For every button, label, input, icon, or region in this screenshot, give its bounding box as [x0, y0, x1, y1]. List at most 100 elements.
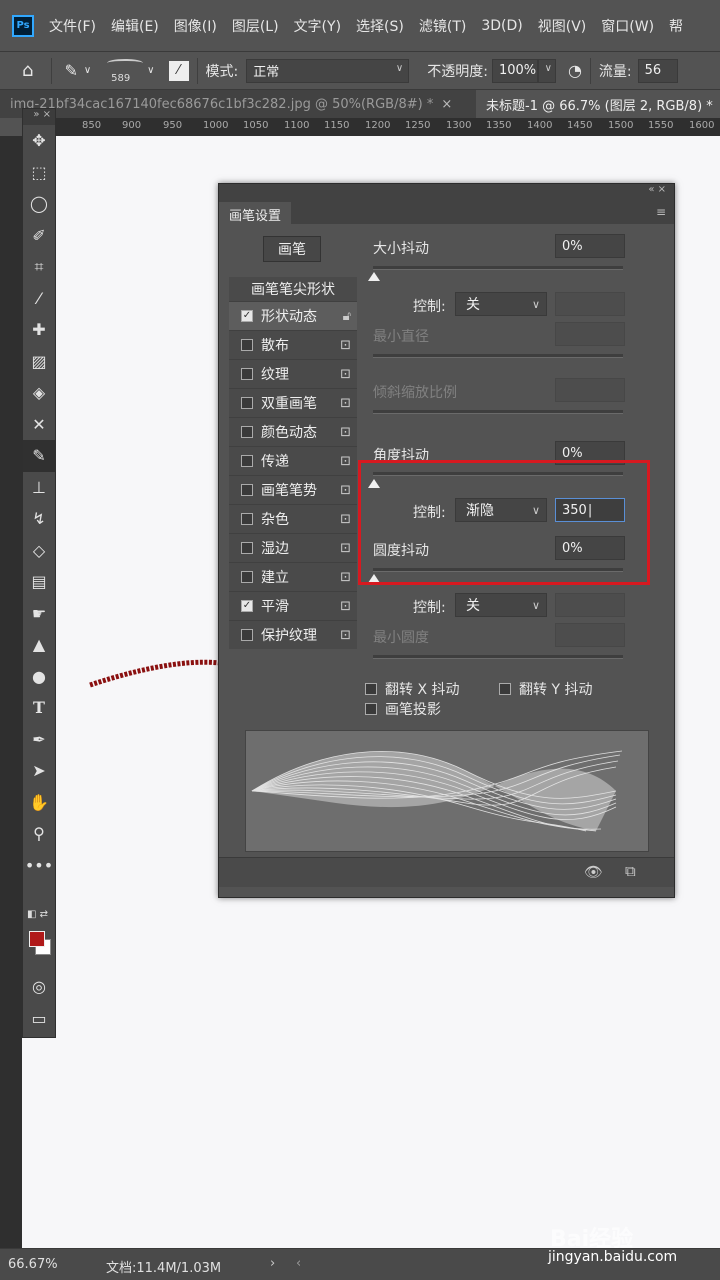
lock-icon[interactable]: ⊡ [340, 512, 351, 527]
gradient-tool-icon[interactable]: ▤ [23, 566, 55, 598]
checkbox-checked[interactable]: ✓ [241, 310, 253, 322]
checkbox[interactable] [365, 703, 377, 715]
list-item-build-up[interactable]: 建立 ⊡ [229, 562, 357, 591]
tab-brush-settings[interactable]: 画笔设置 [219, 202, 292, 224]
healing-brush-tool-icon[interactable]: ✚ [23, 314, 55, 346]
foreground-color-swatch[interactable] [29, 931, 45, 947]
menu-filter[interactable]: 滤镜(T) [419, 16, 466, 36]
list-item-protect-texture[interactable]: 保护纹理 ⊡ [229, 620, 357, 649]
marquee-tool-icon[interactable]: ⬚ [23, 157, 55, 189]
list-item-texture[interactable]: 纹理 ⊡ [229, 359, 357, 388]
list-item-color-dynamics[interactable]: 颜色动态 ⊡ [229, 417, 357, 446]
checkbox-checked[interactable]: ✓ [241, 600, 253, 612]
lock-icon[interactable]: ⊡ [340, 396, 351, 411]
opacity-dropdown[interactable]: ∨ [537, 58, 556, 83]
list-item-smoothing[interactable]: ✓ 平滑 ⊡ [229, 591, 357, 620]
smudge-tool-icon[interactable]: ☛ [23, 598, 55, 630]
menu-type[interactable]: 文字(Y) [294, 16, 341, 36]
menu-select[interactable]: 选择(S) [356, 16, 404, 36]
chevron-right-icon[interactable]: › [270, 1256, 275, 1271]
flip-y-jitter-option[interactable]: 翻转 Y 抖动 [499, 679, 592, 699]
crop-tool-icon[interactable]: ⌗ [23, 251, 55, 283]
lock-icon[interactable]: ⊡ [340, 570, 351, 585]
lasso-tool-icon[interactable]: ◯ [23, 188, 55, 220]
hand-tool-icon[interactable]: ✋ [23, 787, 55, 819]
dodge-tool-icon[interactable]: ● [23, 661, 55, 693]
tab-document-2[interactable]: 未标题-1 @ 66.7% (图层 2, RGB/8) * [476, 90, 720, 118]
zoom-tool-icon[interactable]: ⚲ [23, 818, 55, 850]
menu-edit[interactable]: 编辑(E) [111, 16, 159, 36]
patch-tool-icon[interactable]: ▨ [23, 346, 55, 378]
lock-icon[interactable]: ⊡ [340, 599, 351, 614]
pen-tool-icon[interactable]: ✒ [23, 724, 55, 756]
flip-x-jitter-option[interactable]: 翻转 X 抖动 [365, 679, 460, 699]
checkbox[interactable] [241, 629, 253, 641]
checkbox[interactable] [241, 426, 253, 438]
brush-size-picker[interactable]: 589 [105, 55, 145, 87]
quick-mask-icon[interactable]: ◎ [23, 971, 55, 1003]
list-item-shape-dynamics[interactable]: ✓ 形状动态 🔓︎ [229, 301, 357, 330]
path-select-tool-icon[interactable]: ➤ [23, 755, 55, 787]
list-item-scattering[interactable]: 散布 ⊡ [229, 330, 357, 359]
menu-file[interactable]: 文件(F) [49, 16, 96, 36]
flow-field[interactable]: 56 [637, 58, 678, 83]
stamp-tool-icon[interactable]: ◈ [23, 377, 55, 409]
brush-settings-toggle-icon[interactable]: ⁄ [168, 60, 189, 81]
close-icon[interactable]: × [441, 97, 452, 112]
checkbox[interactable] [241, 368, 253, 380]
move-tool-icon[interactable]: ✥ [23, 125, 55, 157]
list-item-wet-edges[interactable]: 湿边 ⊡ [229, 533, 357, 562]
checkbox[interactable] [241, 455, 253, 467]
menu-window[interactable]: 窗口(W) [601, 16, 654, 36]
brush-tool-preset-icon[interactable]: ✎ [64, 61, 77, 80]
default-colors-icon[interactable]: ◧ ⇄ [27, 909, 48, 920]
opacity-field[interactable]: 100% [491, 58, 538, 83]
control-dropdown-1[interactable]: 关 ∨ [455, 292, 547, 316]
checkbox[interactable] [499, 683, 511, 695]
lock-icon[interactable]: ⊡ [340, 367, 351, 382]
size-jitter-field[interactable]: 0% [555, 234, 625, 258]
chevron-down-icon[interactable]: ∨ [84, 65, 91, 76]
menu-image[interactable]: 图像(I) [174, 16, 217, 36]
chevron-left-icon[interactable]: ‹ [296, 1256, 301, 1271]
chevron-down-icon[interactable]: ∨ [147, 65, 154, 76]
lock-icon[interactable]: 🔓︎ [343, 309, 351, 324]
tab-document-1[interactable]: img-21bf34cac167140fec68676c1bf3c282.jpg… [0, 90, 476, 118]
brush-tip-shape-item[interactable]: 画笔笔尖形状 [229, 277, 357, 301]
list-item-noise[interactable]: 杂色 ⊡ [229, 504, 357, 533]
eraser-tool-icon[interactable]: ◇ [23, 535, 55, 567]
list-item-dual-brush[interactable]: 双重画笔 ⊡ [229, 388, 357, 417]
sharpen-tool-icon[interactable]: ▲ [23, 629, 55, 661]
type-tool-icon[interactable]: T [23, 692, 55, 724]
checkbox[interactable] [241, 484, 253, 496]
lock-icon[interactable]: ⊡ [340, 338, 351, 353]
more-tools-icon[interactable]: ••• [23, 850, 55, 882]
lock-icon[interactable]: ⊡ [340, 425, 351, 440]
home-icon[interactable]: ⌂ [22, 60, 33, 81]
list-item-transfer[interactable]: 传递 ⊡ [229, 446, 357, 475]
checkbox[interactable] [365, 683, 377, 695]
checkbox[interactable] [241, 397, 253, 409]
panel-menu-icon[interactable]: ≡ [656, 205, 666, 219]
history-brush-tool-icon[interactable]: ↯ [23, 503, 55, 535]
size-jitter-slider[interactable] [373, 266, 623, 270]
clone-stamp-tool-icon[interactable]: ⊥ [23, 472, 55, 504]
toolbar-header[interactable]: » × [23, 109, 55, 125]
brush-projection-option[interactable]: 画笔投影 [365, 699, 441, 719]
lock-icon[interactable]: ⊡ [340, 454, 351, 469]
list-item-brush-pose[interactable]: 画笔笔势 ⊡ [229, 475, 357, 504]
mode-dropdown[interactable]: 正常 ∨ [246, 58, 410, 83]
menu-3d[interactable]: 3D(D) [481, 18, 522, 34]
control-dropdown-3[interactable]: 关 ∨ [455, 593, 547, 617]
new-brush-icon[interactable]: ⧉ [625, 862, 636, 880]
lock-icon[interactable]: ⊡ [340, 628, 351, 643]
checkbox[interactable] [241, 339, 253, 351]
pressure-opacity-icon[interactable]: ◔ [568, 61, 582, 80]
screen-mode-icon[interactable]: ▭ [23, 1003, 55, 1035]
checkbox[interactable] [241, 571, 253, 583]
zoom-level[interactable]: 66.67% [8, 1257, 58, 1272]
checkbox[interactable] [241, 542, 253, 554]
lock-icon[interactable]: ⊡ [340, 541, 351, 556]
content-aware-move-tool-icon[interactable]: ✕ [23, 409, 55, 441]
lock-icon[interactable]: ⊡ [340, 483, 351, 498]
